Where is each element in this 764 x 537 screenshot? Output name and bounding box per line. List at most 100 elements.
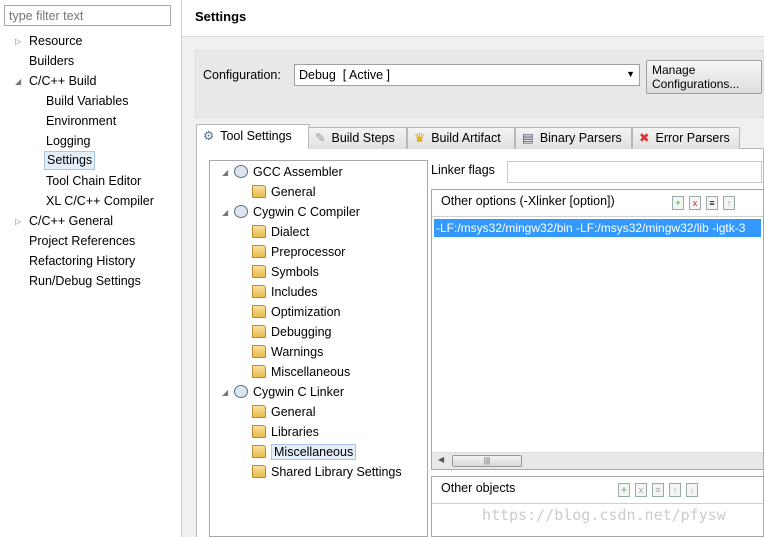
folder-icon [252,365,266,378]
tree-item[interactable]: Dialect [252,222,309,242]
edit-icon[interactable]: ≡ [652,483,664,497]
add-icon[interactable]: + [618,483,630,497]
tab-label: Error Parsers [655,131,730,145]
sidebar-item[interactable]: Logging [46,131,91,151]
watermark: https://blog.csdn.net/pfysw [482,506,726,524]
sidebar-item[interactable]: Build Variables [46,91,128,111]
tree-item[interactable]: General [252,402,315,422]
sidebar-item[interactable]: Refactoring History [29,251,135,271]
tree-item-label: Optimization [271,305,341,319]
move-down-icon[interactable]: ↓ [686,483,698,497]
tree-item[interactable]: Cygwin C Compiler [234,202,360,222]
tree-item-label: Debugging [271,325,332,339]
sidebar: ▷ ResourceBuilders ◢ C/C++ BuildBuild Varia… [0,0,182,537]
tree-item[interactable]: Debugging [252,322,331,342]
tree-item[interactable]: General [252,182,315,202]
delete-icon[interactable]: x [689,196,701,210]
tree-item[interactable]: Preprocessor [252,242,345,262]
expand-icon[interactable]: ▷ [15,217,21,226]
gear-icon [234,165,248,178]
other-options-group: Other options (-Xlinker [option]) + x ≡ … [431,189,764,470]
wand-icon: ✎ [315,131,326,145]
folder-icon [252,265,266,278]
tree-item[interactable]: Includes [252,282,318,302]
linker-flags-input[interactable] [507,161,762,183]
collapse-icon[interactable]: ◢ [222,208,228,217]
sidebar-item[interactable]: Project References [29,231,135,251]
add-icon[interactable]: + [672,196,684,210]
binary-icon: ▤ [522,131,534,145]
linker-flags-label: Linker flags [431,163,495,177]
collapse-icon[interactable]: ◢ [222,388,228,397]
scroll-left-icon[interactable]: ◀ [438,455,444,464]
tree-item-label: Miscellaneous [271,365,351,379]
tab[interactable]: ⚙ Tool Settings [196,124,310,149]
sidebar-item[interactable]: C/C++ General [29,211,113,231]
chevron-down-icon: ▼ [626,69,635,79]
gear-icon [234,205,248,218]
page-title: Settings [195,9,247,24]
sidebar-item[interactable]: XL C/C++ Compiler [46,191,154,211]
move-up-icon[interactable]: ↑ [669,483,681,497]
configuration-select[interactable]: Debug [ Active ] ▼ [294,64,640,86]
sidebar-item[interactable]: Run/Debug Settings [29,271,141,291]
folder-icon [252,425,266,438]
horizontal-scrollbar[interactable]: ◀ ||| [432,452,763,469]
tree-item[interactable]: Optimization [252,302,340,322]
gear-icon [234,385,248,398]
tab-label: Build Steps [331,131,395,145]
tree-item-label: Preprocessor [271,245,346,259]
tab-label: Build Artifact [431,131,501,145]
tree-item-label: Dialect [271,225,310,239]
edit-icon[interactable]: ≡ [706,196,718,210]
sidebar-item[interactable]: Builders [29,51,74,71]
scrollbar-thumb[interactable]: ||| [452,455,522,467]
tab[interactable]: ✖ Error Parsers [632,127,740,149]
sidebar-item[interactable]: C/C++ Build [29,71,96,91]
configuration-value: Debug [ Active ] [299,68,391,82]
tree-item-label: GCC Assembler [253,165,343,179]
expand-icon[interactable]: ▷ [15,37,21,46]
folder-icon [252,245,266,258]
folder-icon [252,405,266,418]
tab[interactable]: ♛ Build Artifact [407,127,515,149]
tree-item[interactable]: Miscellaneous [252,442,357,462]
error-icon: ✖ [639,131,650,145]
tab[interactable]: ▤ Binary Parsers [515,127,632,149]
folder-icon [252,325,266,338]
collapse-icon[interactable]: ◢ [222,168,228,177]
tree-item[interactable]: Warnings [252,342,323,362]
gear-icon: ⚙ [203,129,215,143]
tree-item-label: Libraries [271,425,319,439]
tree-item-label: Symbols [271,265,319,279]
sidebar-item[interactable]: Environment [46,111,116,131]
sidebar-item[interactable]: Settings [44,151,96,170]
filter-input[interactable] [4,5,171,26]
other-objects-title: Other objects [441,481,516,495]
collapse-icon[interactable]: ◢ [15,77,21,86]
tab[interactable]: ✎ Build Steps [308,127,407,149]
tab-label: Tool Settings [220,129,292,143]
move-up-icon[interactable]: ↑ [723,196,735,210]
tree-item[interactable]: Symbols [252,262,319,282]
tree-item[interactable]: Libraries [252,422,319,442]
tree-item[interactable]: Cygwin C Linker [234,382,344,402]
tree-item-label: Cygwin C Linker [253,385,345,399]
tree-item-label: Cygwin C Compiler [253,205,360,219]
list-item[interactable]: -LF:/msys32/mingw32/bin -LF:/msys32/ming… [434,219,761,237]
tree-item-label: General [271,405,316,419]
delete-icon[interactable]: x [635,483,647,497]
tab-label: Binary Parsers [539,131,622,145]
folder-icon [252,305,266,318]
tree-item[interactable]: Miscellaneous [252,362,350,382]
tree-item[interactable]: GCC Assembler [234,162,343,182]
tree-item-label: Shared Library Settings [271,465,402,479]
manage-configurations-button[interactable]: Manage Configurations... [646,60,762,94]
sidebar-item[interactable]: Resource [29,31,83,51]
sidebar-item[interactable]: Tool Chain Editor [46,171,141,191]
tool-settings-tree: ◢ GCC Assembler General ◢ Cygwin C Compiler D… [209,160,428,537]
tree-item[interactable]: Shared Library Settings [252,462,402,482]
folder-icon [252,345,266,358]
folder-icon [252,225,266,238]
configuration-label: Configuration: [203,68,281,82]
